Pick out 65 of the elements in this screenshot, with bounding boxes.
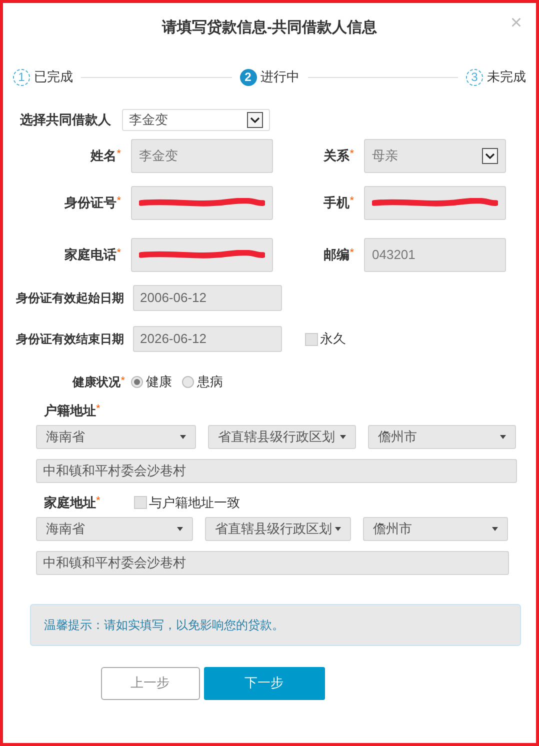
radio-label: 健康 [146,373,172,391]
field-label: 家庭电话 [64,246,117,264]
region-select[interactable]: 省直辖县级行政区划 [208,424,356,448]
checkbox[interactable] [305,332,318,346]
required-mark: * [116,147,121,162]
required-mark: * [350,147,354,162]
text-field[interactable]: 043201 [364,238,506,272]
text-field[interactable] [364,186,506,220]
field-value: 母亲 [372,147,398,166]
caret-icon [177,526,183,530]
required-mark: * [96,494,100,509]
region-select[interactable]: 海南省 [36,516,193,540]
region-select[interactable]: 儋州市 [368,424,516,448]
step-label: 未完成 [487,68,526,86]
field-label: 家庭地址 [44,494,96,512]
field-label: 健康状况 [72,374,121,391]
field-value: 李金变 [139,147,178,166]
step-label: 进行中 [260,68,300,86]
field-label: 关系 [324,147,350,166]
checkbox-label: 永久 [320,330,346,348]
step-number: 3 [466,68,483,86]
required-mark: * [96,402,100,417]
radio-label: 患病 [197,373,223,391]
text-field[interactable]: 李金变 [131,139,273,173]
field-label: 选择共同借款人 [20,111,112,130]
region-select[interactable]: 儋州市 [363,516,508,540]
field-value: 043201 [372,246,416,264]
date-field[interactable]: 2006-06-12 [133,285,282,311]
back-button[interactable]: 上一步 [100,666,200,700]
radio-button[interactable] [131,376,143,388]
checkbox-label: 与户籍地址一致 [149,494,240,512]
required-mark: * [120,374,125,389]
checkbox[interactable] [134,496,147,509]
text-field[interactable] [131,238,273,272]
field-label: 姓名 [90,147,117,166]
field-label: 身份证号 [64,194,117,212]
region-select[interactable]: 海南省 [36,424,196,448]
next-button[interactable]: 下一步 [204,666,324,700]
dialog-title: 请填写贷款信息-共同借款人信息 [162,18,377,38]
required-mark: * [350,194,354,210]
required-mark: * [116,246,121,262]
relation-select[interactable]: 母亲 [364,139,506,173]
caret-icon [180,434,186,438]
caret-icon [340,434,346,438]
tip-box: 温馨提示：请如实填写，以免影响您的贷款。 [30,604,521,646]
field-label: 手机 [324,194,350,212]
radio-button[interactable] [182,376,194,388]
required-mark: * [116,194,121,210]
step-number: 1 [13,68,30,86]
borrower-select[interactable]: 李金变 [122,109,270,131]
caret-icon [335,526,341,530]
caret-icon [500,434,506,438]
region-select[interactable]: 省直辖县级行政区划 [205,516,351,540]
field-label: 户籍地址 [44,402,96,420]
required-mark: * [350,246,354,262]
date-field[interactable]: 2026-06-12 [133,326,282,352]
address-detail-field[interactable]: 中和镇和平村委会沙巷村 [36,458,517,482]
address-detail-field[interactable]: 中和镇和平村委会沙巷村 [36,550,509,574]
field-label: 身份证有效起始日期 [16,290,125,307]
field-label: 邮编 [324,246,350,264]
caret-icon [492,526,498,530]
step-label: 已完成 [34,68,73,86]
text-field[interactable] [131,186,273,220]
field-label: 身份证有效结束日期 [16,331,125,348]
step-number: 2 [240,68,256,86]
